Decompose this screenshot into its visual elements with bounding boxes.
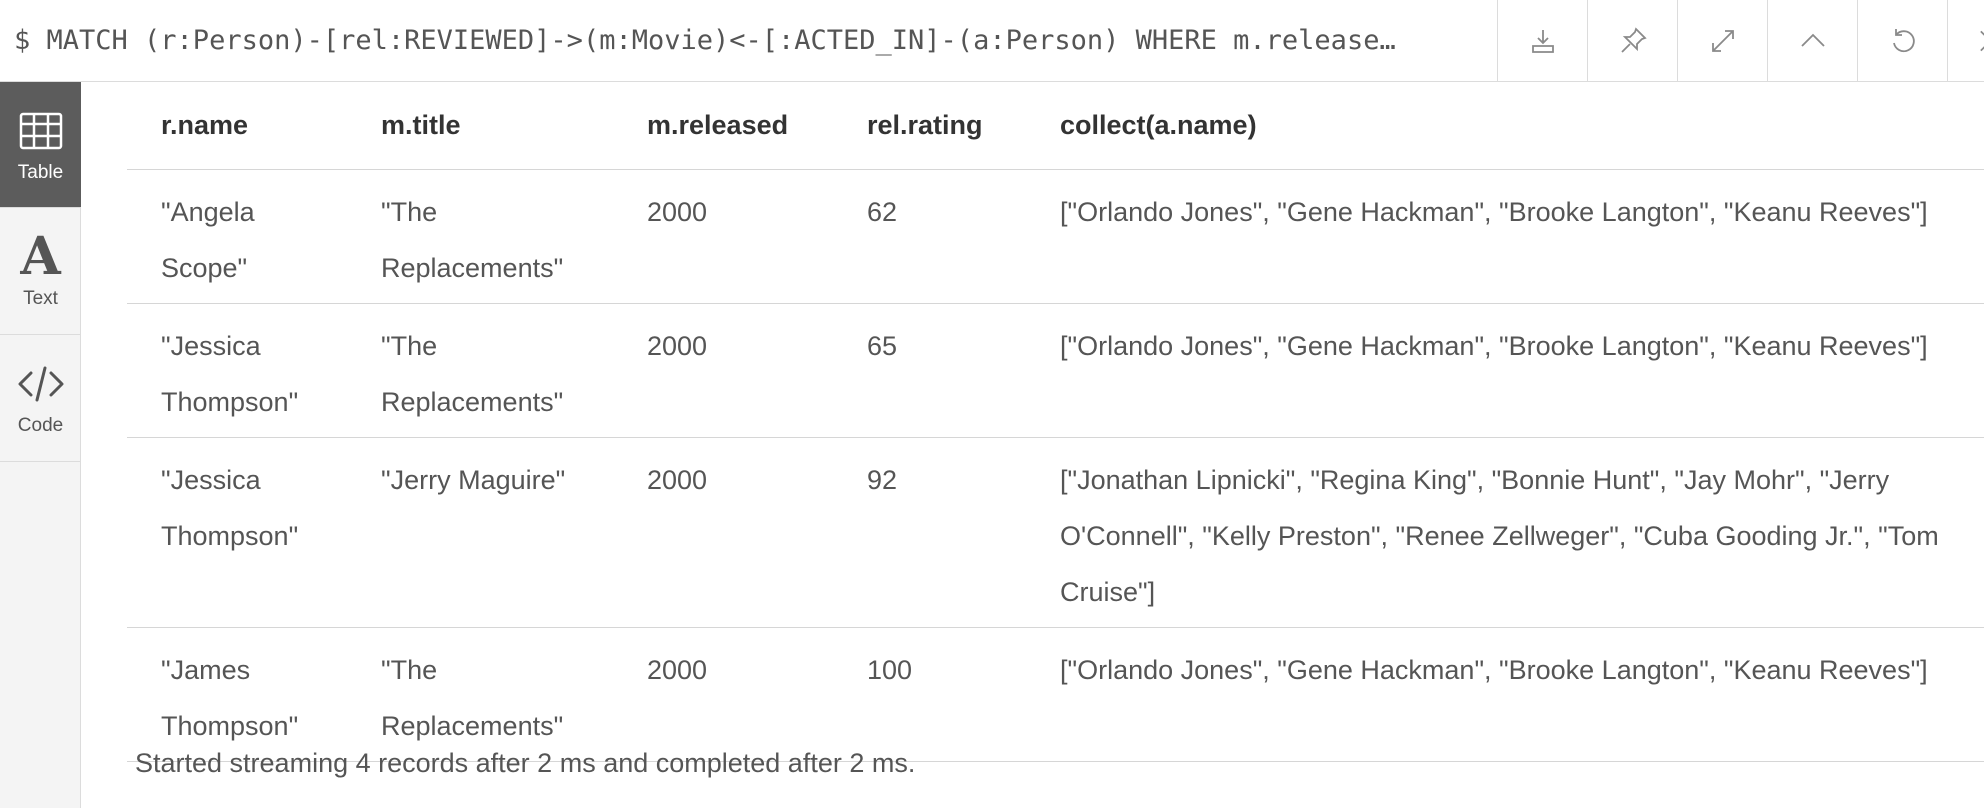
- query-header: $ MATCH (r:Person)-[rel:REVIEWED]->(m:Mo…: [0, 0, 1984, 82]
- table-row: "Angela Scope" "The Replacements" 2000 6…: [127, 169, 1984, 304]
- table-cell: 2000: [613, 169, 833, 304]
- view-sidebar: Table A Text Code: [0, 82, 81, 808]
- table-cell: "Jessica Thompson": [127, 303, 347, 438]
- table-cell: ["Orlando Jones", "Gene Hackman", "Brook…: [1026, 627, 1984, 762]
- tab-text[interactable]: A Text: [0, 208, 81, 335]
- column-header: rel.rating: [833, 82, 1026, 170]
- status-message: Started streaming 4 records after 2 ms a…: [135, 748, 916, 778]
- frame-toolbar: [1497, 0, 1984, 82]
- results-table: r.name m.title m.released rel.rating col…: [127, 82, 1984, 762]
- collapse-up-icon: [1800, 33, 1825, 47]
- table-cell: "Jerry Maguire": [347, 437, 613, 628]
- table-cell: "James Thompson": [127, 627, 347, 762]
- table-icon: [19, 112, 62, 149]
- tab-code-label: Code: [17, 415, 64, 436]
- table-cell: 2000: [613, 437, 833, 628]
- table-cell: 65: [833, 303, 1026, 438]
- tab-table-label: Table: [17, 161, 64, 183]
- close-icon: [1980, 30, 1984, 52]
- column-header: r.name: [127, 82, 347, 170]
- table-cell: 2000: [613, 627, 833, 762]
- table-row: "James Thompson" "The Replacements" 2000…: [127, 627, 1984, 762]
- text-icon: A: [20, 226, 61, 287]
- table-cell: 92: [833, 437, 1026, 628]
- table-cell: 100: [833, 627, 1026, 762]
- rerun-icon: [1892, 29, 1915, 53]
- column-header: m.title: [347, 82, 613, 170]
- fullscreen-button[interactable]: [1677, 0, 1767, 82]
- rerun-button[interactable]: [1857, 0, 1947, 82]
- tab-text-label: Text: [23, 288, 58, 309]
- code-icon: [18, 366, 63, 402]
- table-cell: "The Replacements": [347, 303, 613, 438]
- table-header-row: r.name m.title m.released rel.rating col…: [127, 82, 1984, 170]
- pin-icon: [1620, 27, 1647, 53]
- pin-button[interactable]: [1587, 0, 1677, 82]
- tab-table[interactable]: Table: [0, 82, 81, 208]
- close-button[interactable]: [1947, 0, 1984, 82]
- table-cell: ["Jonathan Lipnicki", "Regina King", "Bo…: [1026, 437, 1984, 628]
- table-row: "Jessica Thompson" "The Replacements" 20…: [127, 303, 1984, 438]
- column-header: m.released: [613, 82, 833, 170]
- table-cell: ["Orlando Jones", "Gene Hackman", "Brook…: [1026, 169, 1984, 304]
- table-cell: "The Replacements": [347, 169, 613, 304]
- download-icon: [1531, 30, 1554, 53]
- expand-icon: [1711, 30, 1734, 52]
- download-button[interactable]: [1497, 0, 1587, 82]
- table-cell: "The Replacements": [347, 627, 613, 762]
- query-text[interactable]: $ MATCH (r:Person)-[rel:REVIEWED]->(m:Mo…: [14, 0, 1474, 82]
- table-cell: 62: [833, 169, 1026, 304]
- table-cell: "Jessica Thompson": [127, 437, 347, 628]
- results-table-wrapper: r.name m.title m.released rel.rating col…: [127, 82, 1984, 762]
- tab-code[interactable]: Code: [0, 335, 81, 462]
- table-cell: "Angela Scope": [127, 169, 347, 304]
- table-row: "Jessica Thompson" "Jerry Maguire" 2000 …: [127, 437, 1984, 628]
- column-header: collect(a.name): [1026, 82, 1984, 170]
- table-cell: 2000: [613, 303, 833, 438]
- table-cell: ["Orlando Jones", "Gene Hackman", "Brook…: [1026, 303, 1984, 438]
- collapse-button[interactable]: [1767, 0, 1857, 82]
